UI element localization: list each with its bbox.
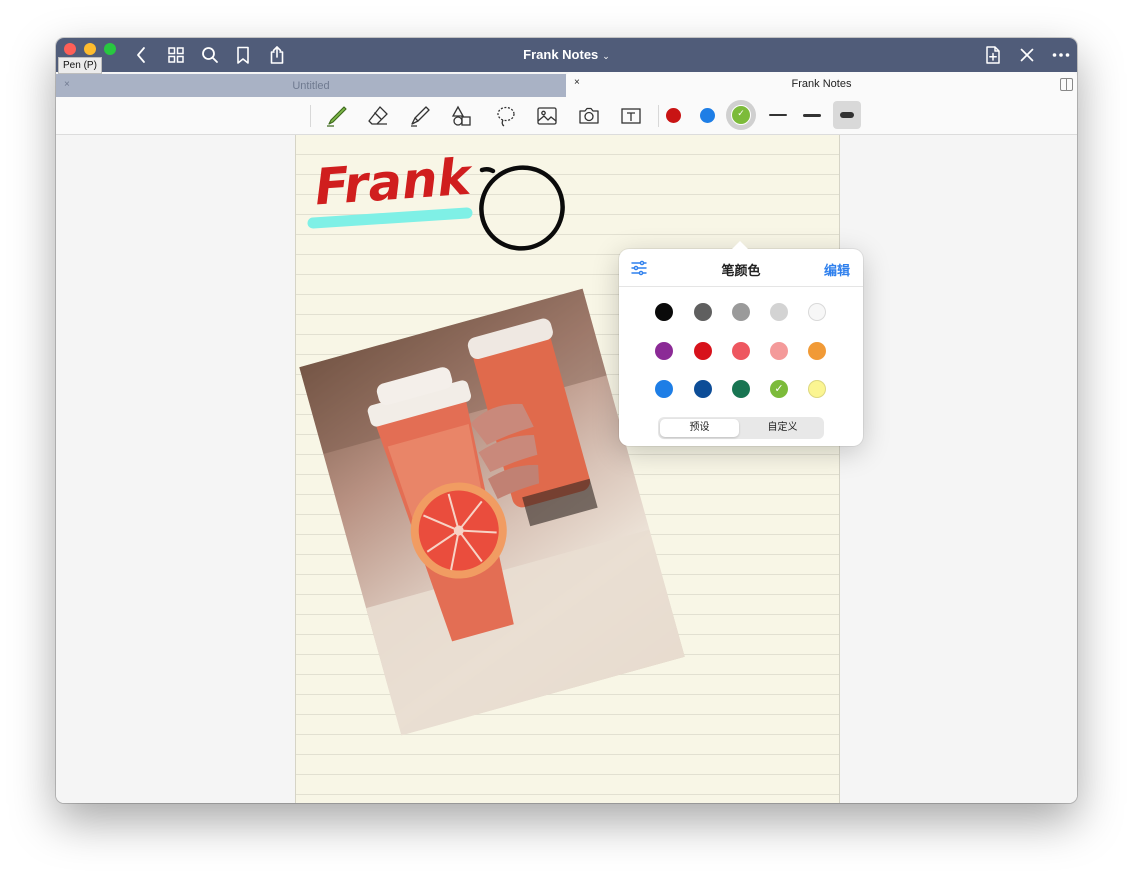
pen-tool-icon[interactable] [324, 104, 348, 128]
shapes-tool-icon[interactable] [450, 104, 474, 128]
document-title-text: Frank Notes [523, 47, 599, 62]
checkmark-icon: ✓ [737, 108, 745, 118]
preset-segment[interactable]: 预设 [660, 419, 739, 437]
color-swatch-red[interactable] [666, 108, 681, 123]
drawing-toolbar: ✓ [56, 97, 1077, 135]
title-bar: Pen (P) Frank Notes ⌄ [56, 38, 1077, 74]
image-tool-icon[interactable] [535, 104, 559, 128]
selected-color-indicator[interactable]: ✓ [726, 100, 756, 130]
palette-color-swatch[interactable] [694, 303, 712, 321]
tab-bar: × Untitled × Frank Notes [56, 72, 1077, 97]
palette-color-swatch[interactable] [655, 380, 673, 398]
chevron-down-icon: ⌄ [602, 51, 610, 61]
camera-tool-icon[interactable] [577, 104, 601, 128]
checkmark-icon: ✓ [774, 383, 784, 395]
palette-color-swatch[interactable] [655, 342, 673, 360]
stroke-width-thick[interactable] [833, 101, 861, 129]
close-document-icon[interactable] [1017, 45, 1037, 65]
popover-header: 笔颜色 编辑 [619, 249, 863, 287]
tab-untitled[interactable]: × Untitled [56, 74, 566, 97]
stroke-width-thin[interactable] [764, 101, 792, 129]
color-swatch-blue[interactable] [700, 108, 715, 123]
palette-color-swatch[interactable] [655, 303, 673, 321]
palette-color-swatch[interactable] [808, 380, 826, 398]
tab-frank-notes[interactable]: × Frank Notes [566, 72, 1077, 97]
eraser-tool-icon[interactable] [366, 104, 390, 128]
edit-button[interactable]: 编辑 [824, 260, 850, 279]
app-window: Pen (P) Frank Notes ⌄ × Untitled × Frank… [56, 38, 1077, 803]
circle-stroke-start [479, 166, 496, 174]
palette-color-swatch[interactable] [732, 303, 750, 321]
toolbar-divider [310, 105, 311, 127]
palette-color-swatch[interactable] [732, 342, 750, 360]
tab-title: Frank Notes [791, 78, 852, 90]
custom-segment[interactable]: 自定义 [743, 419, 822, 437]
pen-color-popover: 笔颜色 编辑 ✓ 预设 自定义 [619, 241, 863, 446]
highlighter-tool-icon[interactable] [408, 104, 432, 128]
palette-color-swatch[interactable]: ✓ [770, 380, 788, 398]
palette-color-swatch[interactable] [694, 380, 712, 398]
palette-color-swatch[interactable] [732, 380, 750, 398]
more-icon[interactable] [1051, 45, 1071, 65]
palette-color-swatch[interactable] [808, 342, 826, 360]
stroke-width-medium[interactable] [798, 101, 826, 129]
new-page-icon[interactable] [983, 45, 1003, 65]
text-tool-icon[interactable] [619, 104, 643, 128]
lasso-tool-icon[interactable] [494, 104, 518, 128]
palette-color-swatch[interactable] [808, 303, 826, 321]
palette-color-swatch[interactable] [770, 303, 788, 321]
palette-mode-segmented-control[interactable]: 预设 自定义 [658, 417, 824, 439]
split-view-icon[interactable] [1060, 78, 1073, 91]
handwriting-frank: Frank [313, 148, 475, 217]
document-title[interactable]: Frank Notes ⌄ [56, 47, 1077, 62]
palette-color-swatch[interactable] [694, 342, 712, 360]
color-swatch-green[interactable]: ✓ [731, 105, 751, 125]
canvas-area[interactable]: Frank 笔颜色 编辑 ✓ 预设 自定义 [56, 135, 1077, 803]
tab-title: Untitled [292, 80, 330, 92]
palette-color-swatch[interactable] [770, 342, 788, 360]
toolbar-divider [658, 105, 659, 127]
